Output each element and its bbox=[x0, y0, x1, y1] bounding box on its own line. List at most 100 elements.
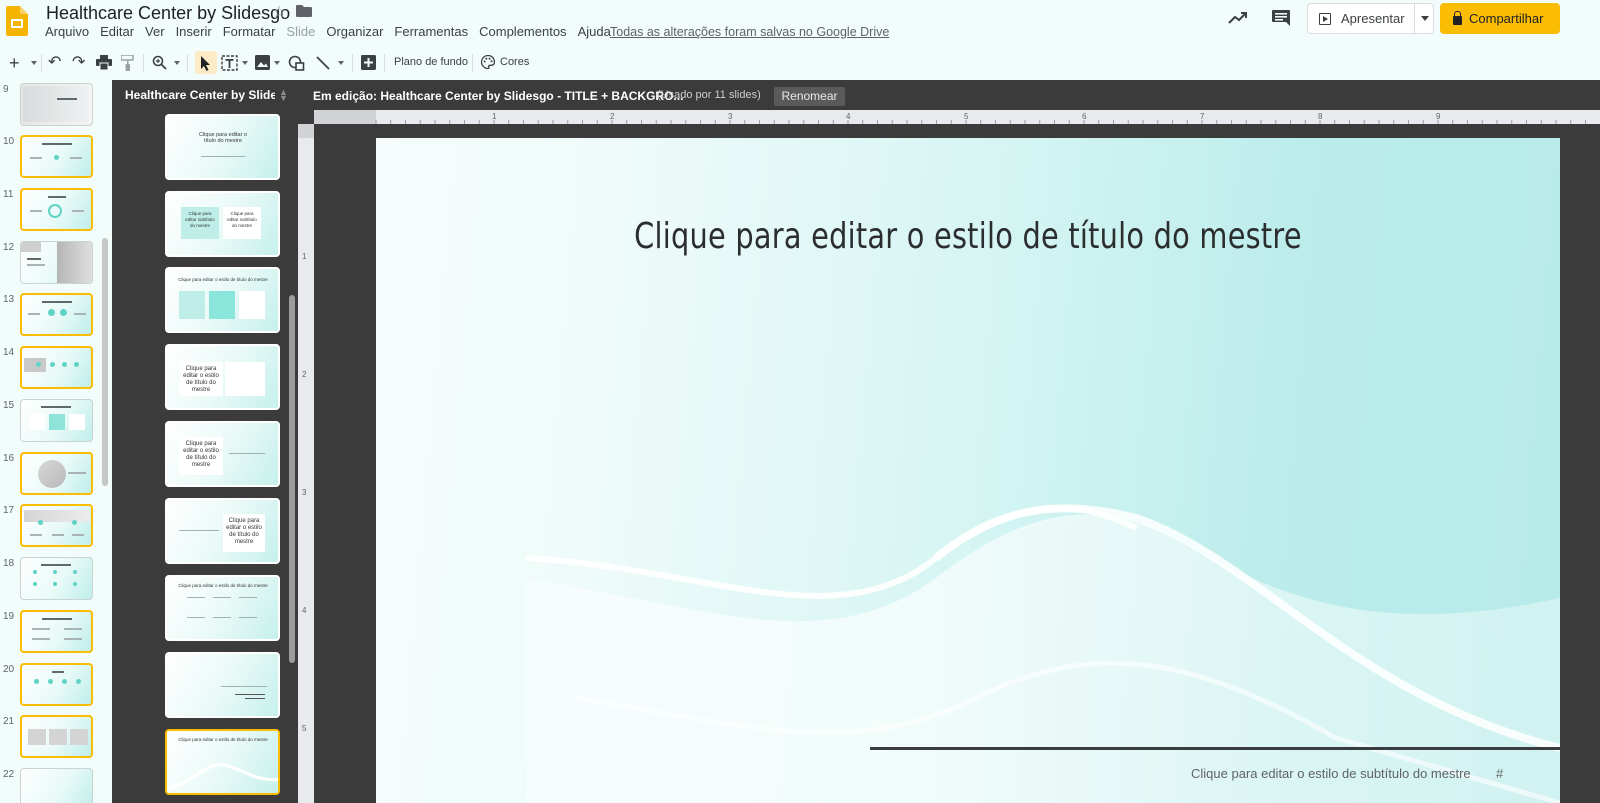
slide-thumbnail[interactable] bbox=[20, 241, 93, 284]
layout-thumbnail[interactable] bbox=[165, 652, 280, 718]
new-slide-chevron-icon[interactable] bbox=[31, 61, 37, 65]
layout-thumbnail[interactable]: Clique para editar o título do mestre bbox=[165, 114, 280, 180]
share-button[interactable]: Compartilhar bbox=[1440, 3, 1560, 34]
layout-thumbnail[interactable]: Clique para editar o estilo de título do… bbox=[165, 267, 280, 333]
slide-number: 17 bbox=[3, 505, 15, 516]
text-box-chevron-icon[interactable] bbox=[242, 61, 248, 65]
filmstrip-slide[interactable]: 22 bbox=[0, 768, 112, 803]
filmstrip-slide[interactable]: 14 bbox=[0, 346, 112, 399]
menu-ver[interactable]: Ver bbox=[145, 24, 165, 40]
filmstrip-slide[interactable]: 10 bbox=[0, 135, 112, 188]
line-icon[interactable] bbox=[316, 56, 330, 70]
theme-name[interactable]: Healthcare Center by Slidesgo bbox=[125, 88, 275, 102]
colors-button[interactable]: Cores bbox=[500, 56, 529, 68]
slide-number: 22 bbox=[3, 769, 15, 780]
toolbar-divider bbox=[384, 54, 385, 72]
slide-thumbnail[interactable] bbox=[20, 663, 93, 706]
slide-thumbnail[interactable] bbox=[20, 715, 93, 758]
slide-thumbnail[interactable] bbox=[20, 610, 93, 653]
menu-ajuda[interactable]: Ajuda bbox=[578, 24, 611, 40]
filmstrip-slide[interactable]: 15 bbox=[0, 399, 112, 452]
layout-thumbnail[interactable]: Clique para editar o estilo de título do… bbox=[165, 575, 280, 641]
new-slide-plus-icon[interactable]: + bbox=[9, 54, 20, 72]
horizontal-ruler[interactable]: 1 2 3 4 5 6 7 8 9 bbox=[314, 110, 1600, 124]
filmstrip-slide[interactable]: 12 bbox=[0, 241, 112, 294]
slide-subtitle-placeholder[interactable]: Clique para editar o estilo de subtítulo… bbox=[1191, 766, 1471, 781]
layout-thumbnail-selected[interactable]: Clique para editar o estilo de título do… bbox=[165, 729, 280, 795]
slide-canvas[interactable]: Clique para editar o estilo de título do… bbox=[376, 138, 1560, 803]
slide-thumbnail[interactable] bbox=[20, 557, 93, 600]
shape-icon[interactable] bbox=[288, 55, 305, 71]
layout-thumbnail[interactable]: Clique para editar o estilo de título do… bbox=[165, 344, 280, 410]
filmstrip-slide[interactable]: 18 bbox=[0, 557, 112, 610]
layout-panel-scrollbar[interactable] bbox=[289, 295, 295, 663]
filmstrip-slide[interactable]: 13 bbox=[0, 293, 112, 346]
undo-icon[interactable]: ↶ bbox=[48, 54, 61, 72]
activity-trend-icon[interactable] bbox=[1228, 10, 1248, 26]
slide-thumbnail[interactable] bbox=[20, 768, 93, 803]
insert-box-plus-icon[interactable] bbox=[361, 55, 376, 70]
menu-ferramentas[interactable]: Ferramentas bbox=[394, 24, 468, 40]
palette-icon[interactable] bbox=[481, 55, 495, 69]
menu-slide[interactable]: Slide bbox=[286, 24, 315, 40]
filmstrip-scrollbar[interactable] bbox=[102, 238, 108, 486]
folder-icon[interactable] bbox=[296, 5, 312, 17]
slide-divider-line[interactable] bbox=[870, 747, 1560, 750]
cursor-arrow-icon[interactable] bbox=[200, 56, 212, 71]
filmstrip-slide[interactable]: 17 bbox=[0, 504, 112, 557]
slide-number-placeholder[interactable]: # bbox=[1496, 766, 1503, 781]
slide-number: 13 bbox=[3, 294, 15, 305]
slide-thumbnail[interactable] bbox=[20, 293, 93, 336]
document-title[interactable]: Healthcare Center by Slidesgo bbox=[46, 2, 290, 24]
menu-inserir[interactable]: Inserir bbox=[176, 24, 212, 40]
layout-thumbnail[interactable]: Clique para editar subtítulo do mestre C… bbox=[165, 191, 280, 257]
slide-thumbnail[interactable] bbox=[20, 346, 93, 389]
star-icon[interactable]: ☆ bbox=[272, 2, 286, 22]
image-chevron-icon[interactable] bbox=[274, 61, 280, 65]
slide-number: 19 bbox=[3, 611, 15, 622]
slide-number: 20 bbox=[3, 664, 15, 675]
present-button[interactable]: Apresentar bbox=[1307, 3, 1434, 34]
slide-thumbnail[interactable] bbox=[20, 504, 93, 547]
filmstrip-slide[interactable]: 19 bbox=[0, 610, 112, 663]
filmstrip-slide[interactable]: 11 bbox=[0, 188, 112, 241]
vertical-ruler[interactable]: 1 2 3 4 5 bbox=[298, 124, 314, 803]
menu-organizar[interactable]: Organizar bbox=[326, 24, 383, 40]
line-chevron-icon[interactable] bbox=[338, 61, 344, 65]
present-options-chevron-icon[interactable] bbox=[1421, 16, 1429, 21]
redo-icon[interactable]: ↷ bbox=[72, 54, 85, 72]
filmstrip-slide[interactable]: 9 bbox=[0, 83, 112, 136]
toolbar-divider bbox=[187, 54, 188, 72]
paint-format-icon[interactable] bbox=[121, 55, 135, 71]
slides-logo-icon[interactable] bbox=[6, 6, 28, 36]
menu-editar[interactable]: Editar bbox=[100, 24, 134, 40]
layout-thumbnail[interactable]: Clique para editar o estilo de título do… bbox=[165, 421, 280, 487]
master-layout-panel: Healthcare Center by Slidesgo ▲▼ Clique … bbox=[112, 80, 298, 803]
slide-thumbnail[interactable] bbox=[20, 399, 93, 442]
zoom-chevron-icon[interactable] bbox=[174, 61, 180, 65]
image-icon[interactable] bbox=[255, 55, 270, 70]
print-icon[interactable] bbox=[96, 55, 112, 70]
menu-arquivo[interactable]: Arquivo bbox=[45, 24, 89, 40]
filmstrip-slide[interactable]: 20 bbox=[0, 663, 112, 716]
slide-thumbnail[interactable] bbox=[20, 83, 93, 126]
ruler-number: 4 bbox=[846, 112, 851, 121]
layout-thumbnail[interactable]: Clique para editar o estilo de título do… bbox=[165, 498, 280, 564]
slide-thumbnail[interactable] bbox=[20, 452, 93, 495]
filmstrip-slide[interactable]: 16 bbox=[0, 452, 112, 505]
rename-button[interactable]: Renomear bbox=[774, 87, 845, 106]
ruler-number: 2 bbox=[302, 370, 307, 379]
menu-formatar[interactable]: Formatar bbox=[223, 24, 276, 40]
menu-complementos[interactable]: Complementos bbox=[479, 24, 566, 40]
slide-thumbnail[interactable] bbox=[20, 188, 93, 231]
ruler-number: 5 bbox=[964, 112, 969, 121]
sort-chevron-icon[interactable]: ▲ ▼ bbox=[279, 88, 288, 103]
zoom-icon[interactable] bbox=[152, 55, 167, 70]
slide-title-placeholder[interactable]: Clique para editar o estilo de título do… bbox=[494, 216, 1441, 257]
comment-icon[interactable] bbox=[1271, 9, 1291, 27]
slide-thumbnail[interactable] bbox=[20, 135, 93, 178]
background-button[interactable]: Plano de fundo bbox=[394, 56, 468, 68]
save-status-link[interactable]: Todas as alterações foram salvas no Goog… bbox=[610, 24, 889, 40]
text-box-icon[interactable] bbox=[221, 55, 238, 71]
filmstrip-slide[interactable]: 21 bbox=[0, 715, 112, 768]
